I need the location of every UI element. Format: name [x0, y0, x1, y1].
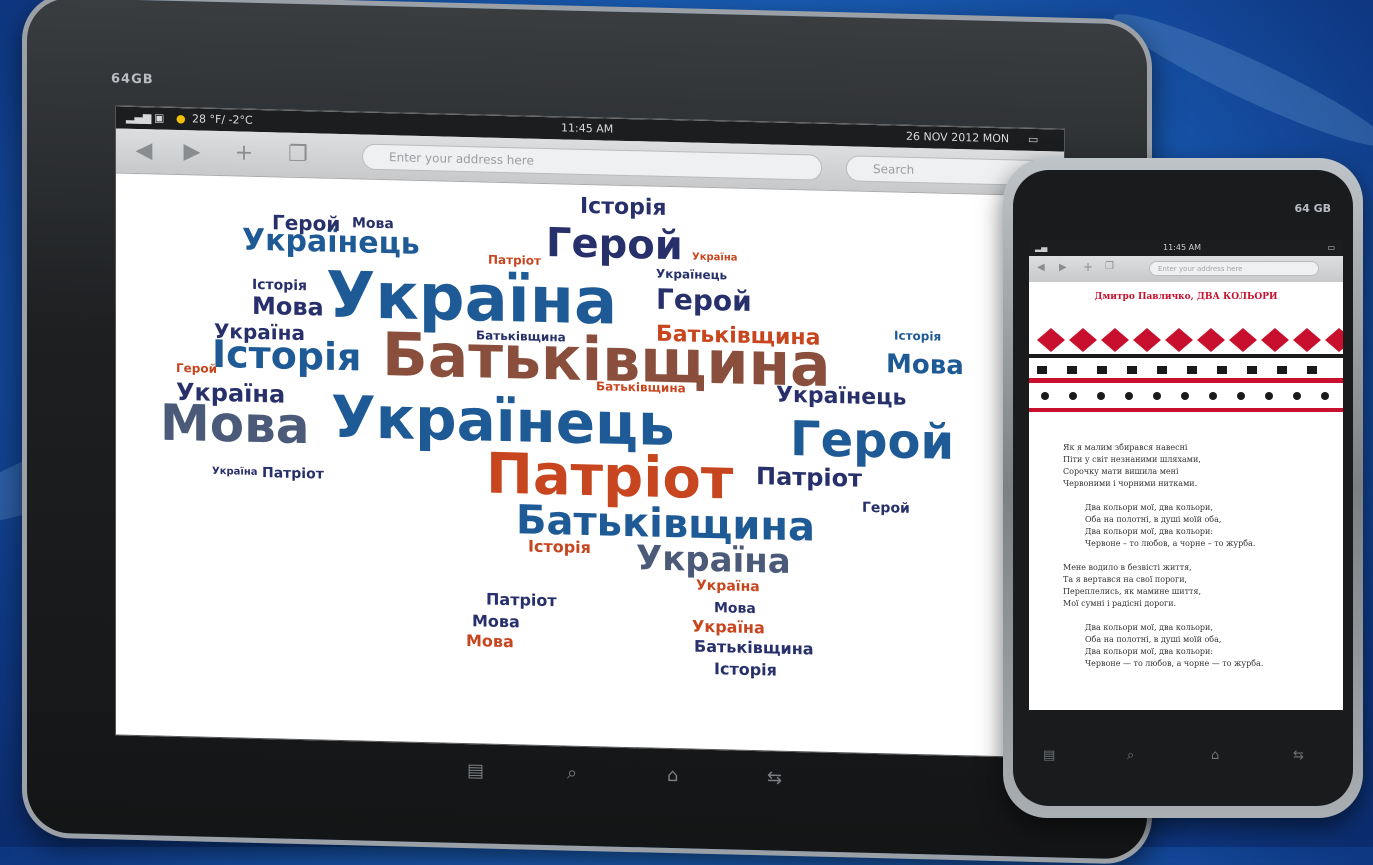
word: Герой	[272, 210, 341, 236]
word: Патріот	[486, 589, 557, 611]
word: Українець	[656, 266, 728, 283]
battery-icon: ▭	[1028, 132, 1039, 147]
back-icon[interactable]: ⇆	[767, 767, 782, 788]
word: Україна	[212, 465, 258, 478]
poem-stanza: Мене водило в безвісті життя, Та я верта…	[1063, 562, 1335, 610]
word: Історія	[528, 536, 591, 558]
word: Герой	[546, 219, 683, 270]
sun-icon: ●	[176, 111, 186, 126]
tablet-nav-bar: ▤ ⌕ ⌂ ⇆	[467, 760, 827, 799]
sim-icon: ▣	[154, 111, 165, 125]
tabs-icon[interactable]: ❐	[284, 141, 312, 170]
word: Батьківщина	[476, 328, 566, 345]
word: Мова	[714, 600, 756, 618]
poem-line: Два кольори мої, два кольори,	[1085, 623, 1213, 632]
word: Мова	[472, 611, 520, 632]
word: Україна	[636, 538, 791, 582]
menu-icon[interactable]: ▤	[1043, 748, 1055, 763]
word: Україна	[696, 577, 760, 596]
word: Україна	[692, 616, 765, 638]
address-input[interactable]: Enter your address here	[362, 143, 822, 181]
poem-stanza: Два кольори мої, два кольори, Оба на пол…	[1063, 622, 1335, 670]
search-icon[interactable]: ⌕	[567, 763, 577, 784]
poem-line: Та я вертався на свої пороги,	[1063, 575, 1188, 584]
word: Історія	[714, 659, 777, 680]
new-tab-plus-icon[interactable]: +	[230, 139, 258, 168]
back-arrow-icon[interactable]: ◀	[1037, 262, 1045, 273]
word: Батьківщина	[656, 321, 821, 351]
tablet-device: 64GB ▂▄▆ ▣ ● 28 °F/ -2°C 11:45 AM 26 NOV…	[22, 0, 1152, 865]
phone-body: 64 GB ▂▄ 11:45 AM ▭ ◀ ▶ + ❐ Enter your a…	[1013, 170, 1353, 806]
weather-text: 28 °F/ -2°C	[192, 112, 253, 127]
word: Українець	[776, 382, 907, 411]
poem-stanza: Як я малим збирався навесні Піти у світ …	[1063, 442, 1335, 490]
word: Батьківщина	[694, 636, 814, 659]
poem-line: Мене водило в безвісті життя,	[1063, 563, 1192, 572]
poem-text: Як я малим збирався навесні Піти у світ …	[1063, 442, 1335, 682]
poem-line: Мої сумні і радісні дороги.	[1063, 599, 1177, 608]
word: Патріот	[488, 252, 541, 268]
poem-stanza: Два кольори мої, два кольори, Оба на пол…	[1063, 502, 1335, 550]
search-icon[interactable]: ⌕	[1127, 748, 1134, 763]
back-icon[interactable]: ⇆	[1293, 748, 1304, 763]
word: Мова	[886, 349, 964, 382]
poem-line: Як я малим збирався навесні	[1063, 443, 1188, 452]
word: Україна	[214, 318, 305, 346]
signal-icon: ▂▄▆	[126, 110, 152, 125]
word: Україна	[692, 251, 738, 264]
word: Мова	[352, 215, 394, 233]
embroidery-ornament	[1029, 328, 1343, 412]
word: Україна	[176, 377, 286, 409]
phone-browser-toolbar: ◀ ▶ + ❐ Enter your address here	[1029, 256, 1343, 282]
new-tab-plus-icon[interactable]: +	[1083, 260, 1093, 274]
battery-icon: ▭	[1327, 243, 1335, 252]
word: Герой	[790, 410, 955, 471]
poem-line: Переплелись, як мамине шиття,	[1063, 587, 1202, 596]
forward-arrow-icon[interactable]: ▶	[178, 138, 206, 167]
poem-line: Оба на полотні, в душі моїй оба,	[1085, 635, 1222, 644]
word: Батьківщина	[596, 379, 686, 396]
word: Патріот	[756, 462, 862, 493]
menu-icon[interactable]: ▤	[467, 760, 484, 781]
phone-screen: ▂▄ 11:45 AM ▭ ◀ ▶ + ❐ Enter your address…	[1029, 240, 1343, 710]
word: Герой	[176, 360, 218, 376]
word: Історія	[252, 276, 308, 295]
phone-address-input[interactable]: Enter your address here	[1149, 261, 1319, 276]
phone-nav-bar: ▤ ⌕ ⌂ ⇆	[1043, 748, 1323, 768]
poem-line: Два кольори мої, два кольори:	[1085, 647, 1214, 656]
tablet-brand-label: 64GB	[111, 71, 154, 88]
back-arrow-icon[interactable]: ◀	[130, 137, 158, 166]
word: Історія	[894, 328, 942, 344]
phone-status-bar: ▂▄ 11:45 AM ▭	[1029, 240, 1343, 256]
word: Герой	[656, 282, 752, 319]
word-cloud-ukraine: Україна Батьківщина Українець Патріот Мо…	[116, 172, 1064, 757]
poem-line: Сорочку мати вишила мені	[1063, 467, 1179, 476]
forward-arrow-icon[interactable]: ▶	[1059, 262, 1067, 273]
tabs-icon[interactable]: ❐	[1105, 261, 1114, 272]
word: Герой	[862, 499, 910, 517]
poem-line: Червоне — то любов, а чорне — то журба.	[1085, 659, 1264, 668]
poem-line: Два кольори мої, два кольори:	[1085, 527, 1214, 536]
status-time: 11:45 AM	[561, 121, 614, 136]
poem-line: Червоне – то любов, а чорне – то журба.	[1085, 539, 1256, 548]
poem-line: Два кольори мої, два кольори,	[1085, 503, 1213, 512]
word: Мова	[466, 631, 514, 652]
poem-title: Дмитро Павличко, ДВА КОЛЬОРИ	[1094, 292, 1278, 302]
home-icon[interactable]: ⌂	[667, 765, 678, 786]
poem-line: Оба на полотні, в душі моїй оба,	[1085, 515, 1222, 524]
word: Патріот	[262, 465, 324, 483]
phone-brand-label: 64 GB	[1294, 202, 1331, 215]
status-date: 26 NOV 2012 MON	[906, 129, 1010, 146]
status-time: 11:45 AM	[1163, 243, 1201, 252]
home-icon[interactable]: ⌂	[1211, 748, 1219, 763]
word: Мова	[252, 291, 324, 322]
phone-device: 64 GB ▂▄ 11:45 AM ▭ ◀ ▶ + ❐ Enter your a…	[1003, 158, 1363, 818]
tablet-screen: ▂▄▆ ▣ ● 28 °F/ -2°C 11:45 AM 26 NOV 2012…	[115, 105, 1065, 759]
word: Історія	[580, 193, 667, 221]
poem-line: Червоними і чорними нитками.	[1063, 479, 1198, 488]
signal-icon: ▂▄	[1035, 243, 1048, 252]
poem-line: Піти у світ незнаними шляхами,	[1063, 455, 1201, 464]
